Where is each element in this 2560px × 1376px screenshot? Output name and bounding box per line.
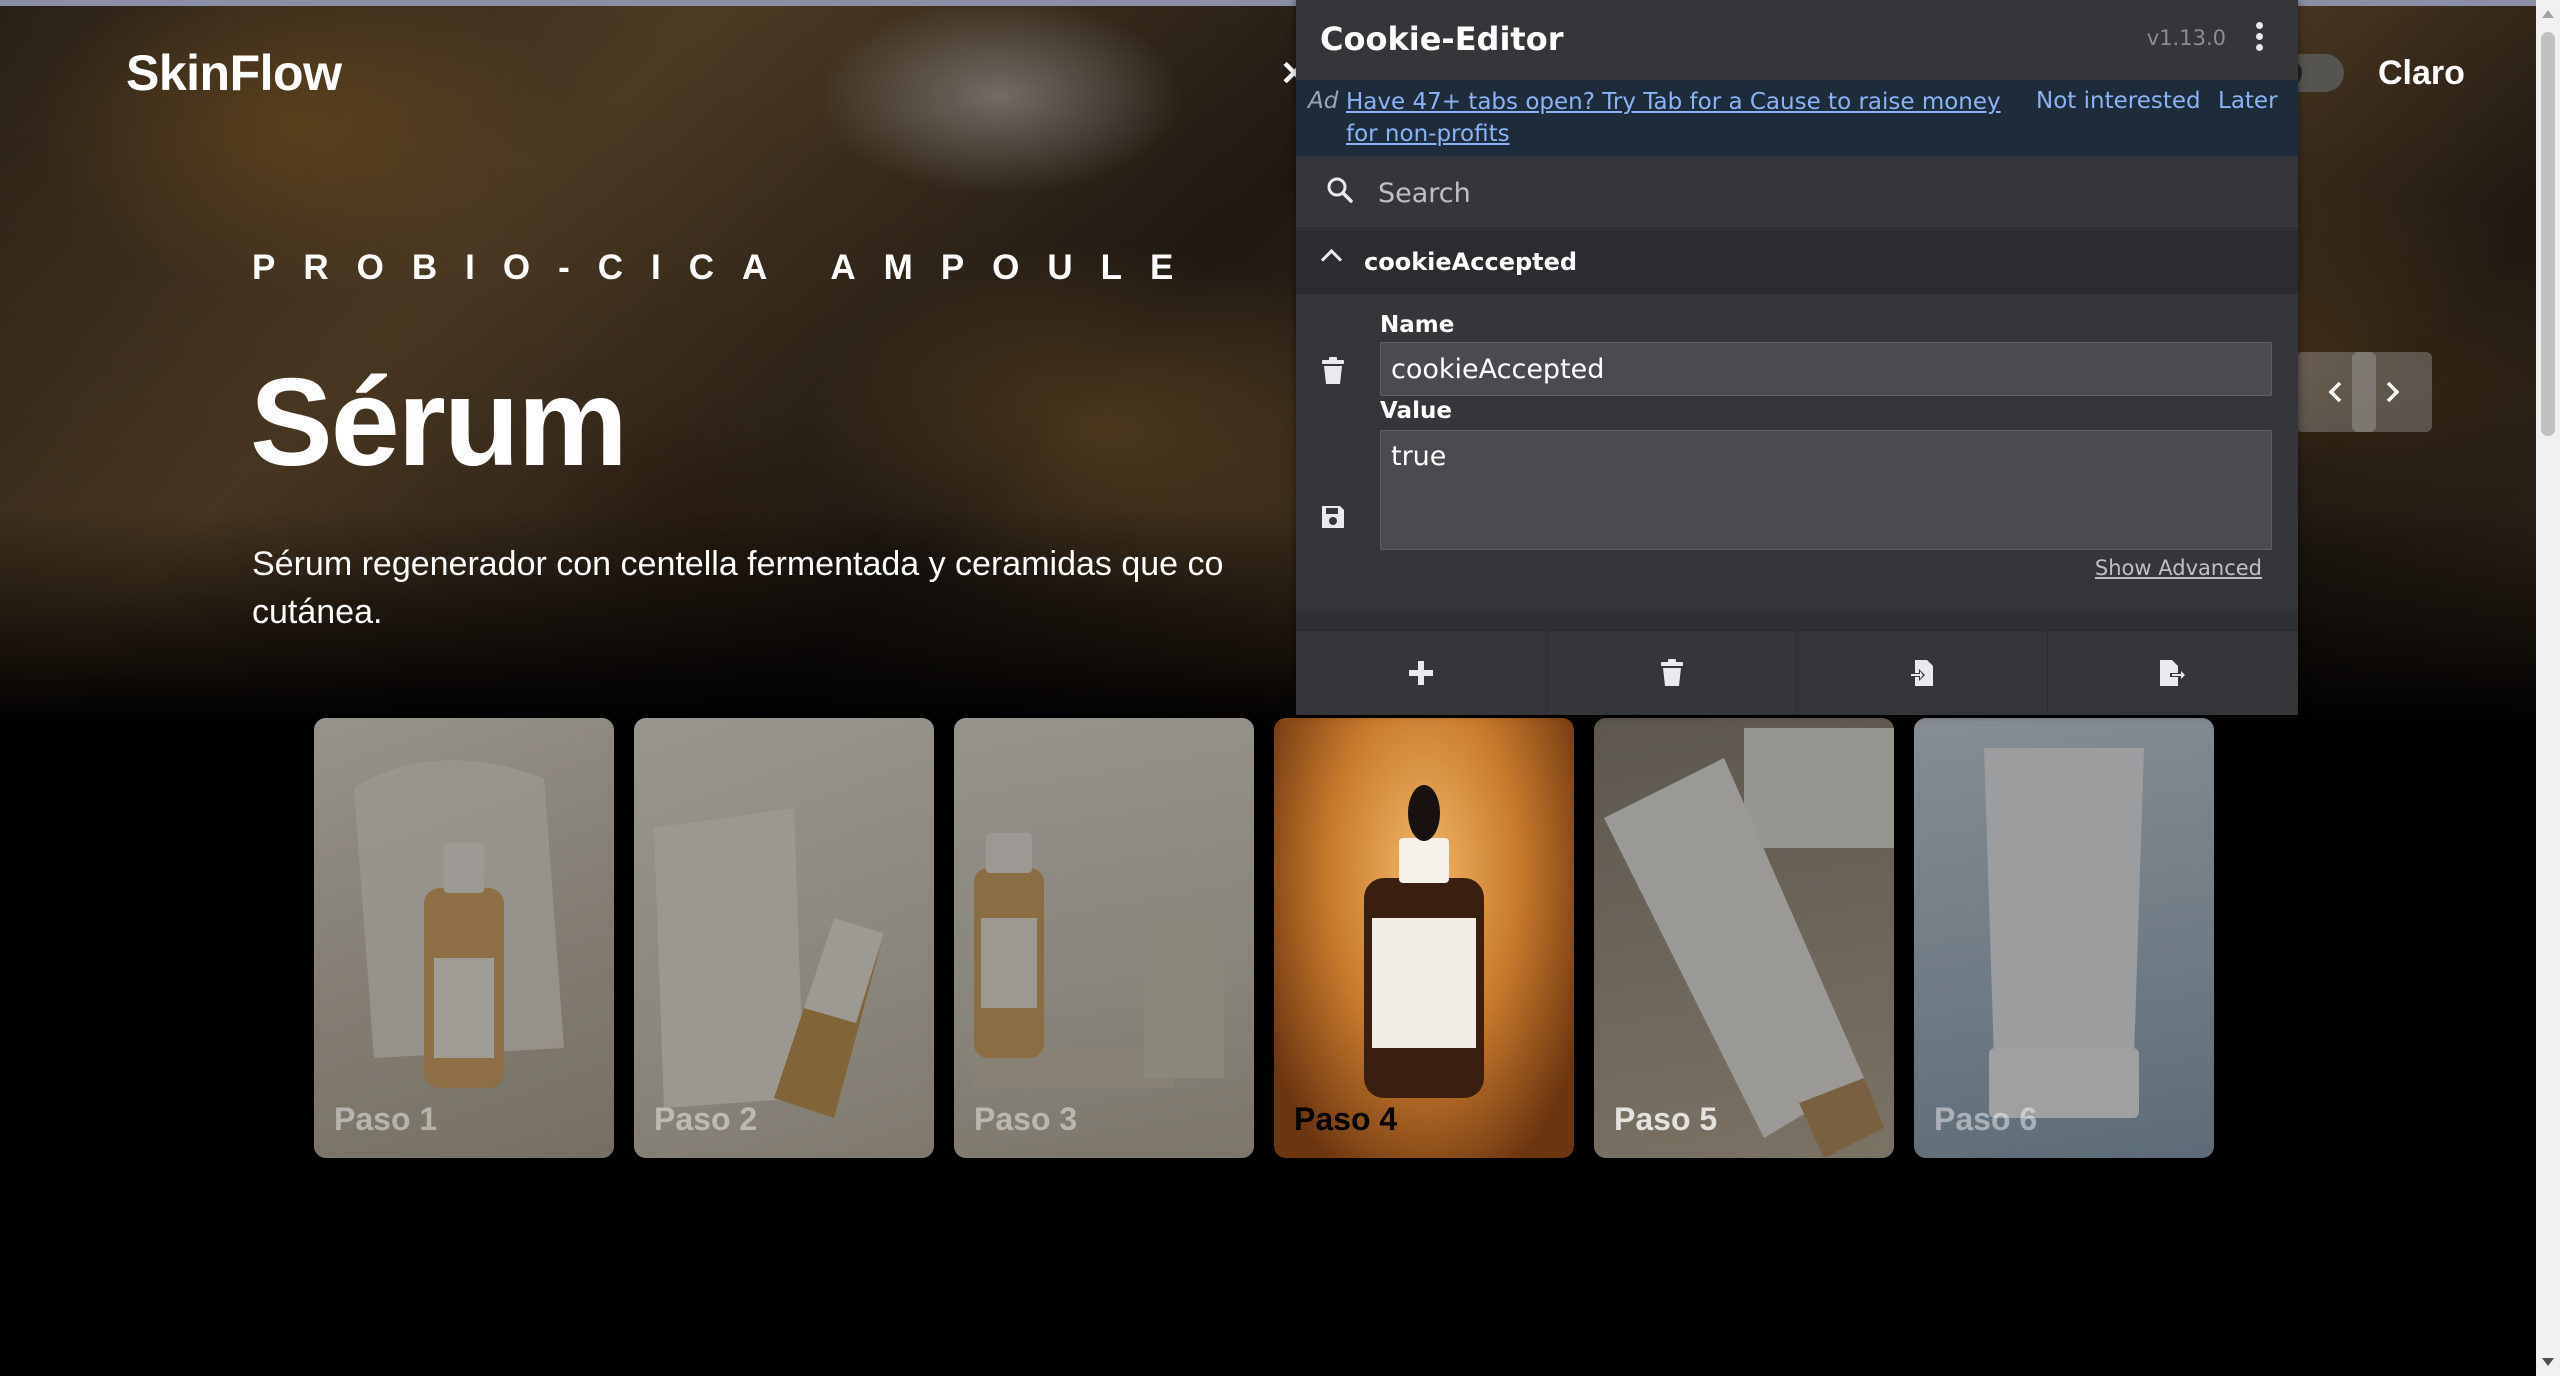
card-overlay	[1594, 718, 1894, 1158]
card-overlay	[314, 718, 614, 1158]
card-overlay	[954, 718, 1254, 1158]
export-icon	[2160, 660, 2187, 686]
ad-banner: Ad Have 47+ tabs open? Try Tab for a Cau…	[1296, 80, 2298, 156]
step-card-5[interactable]: Paso 5	[1594, 718, 1894, 1158]
cookie-editor-footer	[1296, 630, 2298, 715]
chevron-up-icon	[1320, 248, 1343, 271]
name-label: Name	[1380, 312, 1455, 338]
ad-tag: Ad	[1308, 88, 1339, 114]
cookie-editor-version: v1.13.0	[2146, 26, 2226, 50]
card-overlay	[1914, 718, 2214, 1158]
panel-separator	[1296, 610, 2298, 630]
cookie-editor-title: Cookie-Editor	[1320, 20, 1564, 58]
more-options-icon[interactable]	[2256, 22, 2266, 54]
page-scrollbar[interactable]	[2536, 0, 2560, 1376]
step-card-4[interactable]: Paso 4	[1274, 718, 1574, 1158]
next-slide-button[interactable]	[2352, 352, 2432, 432]
browser-page: SkinFlow ✕ Claro PROBIO-CICA AMPOULE Sér…	[0, 0, 2560, 1376]
cookie-item-header[interactable]: cookieAccepted	[1296, 230, 2298, 294]
search-bar	[1296, 156, 2298, 229]
search-input[interactable]	[1376, 166, 2260, 220]
cookie-editor-header: Cookie-Editor v1.13.0	[1296, 0, 2298, 80]
scroll-down-icon[interactable]	[2542, 1358, 2554, 1366]
card-overlay	[634, 718, 934, 1158]
card-label: Paso 3	[974, 1101, 1078, 1137]
card-label: Paso 5	[1614, 1101, 1718, 1137]
ad-later-button[interactable]: Later	[2218, 88, 2278, 114]
trash-icon	[1660, 659, 1683, 686]
scroll-up-icon[interactable]	[2542, 10, 2554, 18]
ad-not-interested-button[interactable]: Not interested	[2036, 88, 2201, 114]
cookie-name-field[interactable]	[1380, 342, 2272, 396]
cookie-value-field[interactable]: true	[1380, 430, 2272, 550]
value-label: Value	[1380, 398, 1452, 424]
card-label: Paso 1	[334, 1101, 438, 1137]
card-overlay	[1274, 718, 1574, 1158]
step-card-2[interactable]: Paso 2	[634, 718, 934, 1158]
card-label: Paso 4	[1294, 1101, 1398, 1137]
import-icon	[1909, 660, 1934, 686]
chevron-left-icon	[2328, 381, 2342, 403]
import-button[interactable]	[1798, 631, 2049, 715]
save-icon[interactable]	[1320, 504, 1346, 530]
search-icon	[1327, 177, 1353, 203]
site-logo[interactable]: SkinFlow	[126, 44, 342, 102]
scrollbar-thumb[interactable]	[2541, 32, 2555, 436]
ad-link[interactable]: Have 47+ tabs open? Try Tab for a Cause …	[1346, 86, 2006, 150]
hero-title: Sérum	[250, 354, 628, 492]
trash-icon[interactable]	[1320, 356, 1346, 386]
card-label: Paso 2	[654, 1101, 758, 1137]
card-label: Paso 6	[1934, 1101, 2038, 1137]
step-card-6[interactable]: Paso 6	[1914, 718, 2214, 1158]
show-advanced-link[interactable]: Show Advanced	[2095, 556, 2262, 580]
add-cookie-button[interactable]	[1296, 631, 1547, 715]
export-button[interactable]	[2048, 631, 2298, 715]
cookie-item-name: cookieAccepted	[1364, 248, 1578, 276]
hero-description: Sérum regenerador con centella fermentad…	[252, 545, 1224, 631]
step-card-3[interactable]: Paso 3	[954, 718, 1254, 1158]
hero-eyebrow: PROBIO-CICA AMPOULE	[252, 248, 1202, 287]
plus-icon	[1408, 661, 1433, 685]
chevron-right-icon	[2386, 381, 2400, 403]
delete-all-button[interactable]	[1547, 631, 1798, 715]
cookie-edit-form: Name Value true Show Advanced	[1296, 294, 2298, 610]
step-card-1[interactable]: Paso 1	[314, 718, 614, 1158]
theme-label: Claro	[2378, 54, 2465, 92]
cookie-editor-panel: Cookie-Editor v1.13.0 Ad Have 47+ tabs o…	[1296, 0, 2298, 715]
